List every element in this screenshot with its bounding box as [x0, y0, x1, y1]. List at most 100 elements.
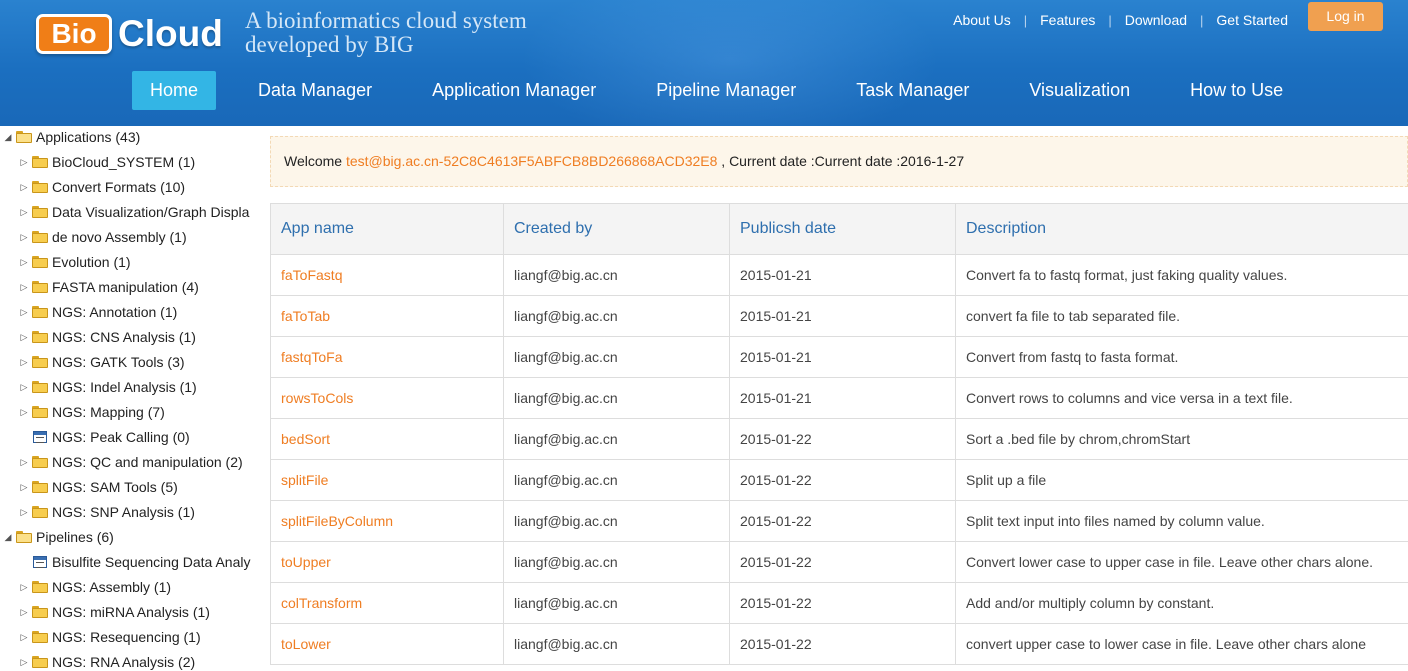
app-name-cell: faToTab [270, 295, 504, 337]
collapsed-arrow-icon[interactable]: ▷ [18, 225, 30, 250]
folder-body [32, 408, 48, 419]
nav-pipeline-manager[interactable]: Pipeline Manager [638, 71, 814, 110]
get-started-link[interactable]: Get Started [1216, 12, 1288, 28]
tree-item[interactable]: ▷ Evolution (1) [18, 250, 131, 275]
table-row: toLower liangf@big.ac.cn 2015-01-22 convert… [270, 623, 1408, 665]
tree-item[interactable]: NGS: Peak Calling (0) [18, 425, 190, 450]
description-cell: convert fa file to tab separated file. [955, 295, 1408, 337]
tree-item-label: Applications (43) [36, 129, 141, 145]
collapsed-arrow-icon[interactable]: ▷ [18, 275, 30, 300]
nav-task-manager[interactable]: Task Manager [838, 71, 987, 110]
folder-body [32, 608, 48, 619]
created-by-cell: liangf@big.ac.cn [503, 295, 730, 337]
nav-home[interactable]: Home [132, 71, 217, 110]
app-link[interactable]: toLower [281, 636, 331, 652]
collapsed-arrow-icon[interactable]: ▷ [18, 375, 30, 400]
app-link[interactable]: rowsToCols [281, 390, 353, 406]
tree-item[interactable]: ▷ NGS: SAM Tools (5) [18, 475, 178, 500]
description-cell: Convert rows to columns and vice versa i… [955, 377, 1408, 419]
app-name-cell: bedSort [270, 418, 504, 460]
collapsed-arrow-icon[interactable]: ▷ [18, 450, 30, 475]
table-row: splitFile liangf@big.ac.cn 2015-01-22 Split… [270, 459, 1408, 501]
tree-item-label: NGS: Mapping (7) [52, 404, 165, 420]
collapsed-arrow-icon[interactable]: ▷ [18, 325, 30, 350]
tree-item[interactable]: ▷ NGS: Resequencing (1) [18, 625, 201, 650]
collapsed-arrow-icon[interactable]: ▷ [18, 500, 30, 525]
app-link[interactable]: faToFastq [281, 267, 342, 283]
app-link[interactable]: faToTab [281, 308, 330, 324]
tree-item[interactable]: ▷ FASTA manipulation (4) [18, 275, 199, 300]
tree-item[interactable]: ▷ NGS: RNA Analysis (2) [18, 650, 196, 671]
col-publish-date[interactable]: Publicsh date [729, 203, 956, 255]
tree-item[interactable]: ▷ NGS: CNS Analysis (1) [18, 325, 196, 350]
tree-item[interactable]: ▷ NGS: SNP Analysis (1) [18, 500, 195, 525]
tree-item[interactable]: ▷ NGS: Assembly (1) [18, 575, 172, 600]
app-link[interactable]: splitFileByColumn [281, 513, 393, 529]
collapsed-arrow-icon[interactable]: ▷ [18, 250, 30, 275]
collapsed-arrow-icon[interactable]: ▷ [18, 175, 30, 200]
download-link[interactable]: Download [1125, 12, 1187, 28]
features-link[interactable]: Features [1040, 12, 1095, 28]
expanded-arrow-icon[interactable]: ◢ [2, 525, 14, 550]
tree-item[interactable]: ▷ NGS: Mapping (7) [18, 400, 165, 425]
table-row: colTransform liangf@big.ac.cn 2015-01-22 Ad… [270, 582, 1408, 624]
tree-item[interactable]: ▷ de novo Assembly (1) [18, 225, 187, 250]
col-app-name[interactable]: App name [270, 203, 504, 255]
collapsed-arrow-icon[interactable]: ▷ [18, 300, 30, 325]
collapsed-arrow-icon[interactable]: ▷ [18, 600, 30, 625]
app-link[interactable]: colTransform [281, 595, 362, 611]
tree-item-label: de novo Assembly (1) [52, 229, 187, 245]
collapsed-arrow-icon[interactable]: ▷ [18, 200, 30, 225]
tree-item[interactable]: ◢ Applications (43) [2, 126, 141, 150]
table-row: faToFastq liangf@big.ac.cn 2015-01-21 Conve… [270, 254, 1408, 296]
expanded-arrow-icon[interactable]: ◢ [2, 126, 14, 150]
tree-item[interactable]: ▷ Convert Formats (10) [18, 175, 186, 200]
tree-item[interactable]: ◢ Pipelines (6) [2, 525, 114, 550]
tree-item[interactable]: ▷ NGS: QC and manipulation (2) [18, 450, 243, 475]
tree-item[interactable]: ▷ Data Visualization/Graph Displa [18, 200, 250, 225]
nav-how-to-use[interactable]: How to Use [1172, 71, 1301, 110]
tree-item-label: NGS: Assembly (1) [52, 579, 172, 595]
apps-table: App name Created by Publicsh date Descri… [270, 203, 1408, 665]
app-link[interactable]: splitFile [281, 472, 328, 488]
tree-item[interactable]: ▷ NGS: GATK Tools (3) [18, 350, 185, 375]
app-link[interactable]: toUpper [281, 554, 331, 570]
tree-item[interactable]: ▷ NGS: Annotation (1) [18, 300, 178, 325]
tree-item[interactable]: ▷ NGS: miRNA Analysis (1) [18, 600, 210, 625]
folder-icon [32, 281, 48, 294]
tree-item[interactable]: ▷ BioCloud_SYSTEM (1) [18, 150, 196, 175]
app-name-cell: fastqToFa [270, 336, 504, 378]
publish-date-cell: 2015-01-22 [729, 582, 956, 624]
folder-body [32, 208, 48, 219]
tree-item-label: NGS: SAM Tools (5) [52, 479, 178, 495]
link-separator: | [1200, 12, 1204, 28]
collapsed-arrow-icon[interactable]: ▷ [18, 575, 30, 600]
created-by-cell: liangf@big.ac.cn [503, 541, 730, 583]
app-link[interactable]: bedSort [281, 431, 330, 447]
tree-item-label: NGS: Peak Calling (0) [52, 429, 190, 445]
app-link[interactable]: fastqToFa [281, 349, 342, 365]
tree-item-label: Pipelines (6) [36, 529, 114, 545]
col-description[interactable]: Description [955, 203, 1408, 255]
collapsed-arrow-icon[interactable]: ▷ [18, 625, 30, 650]
col-created-by[interactable]: Created by [503, 203, 730, 255]
tree-item[interactable]: Bisulfite Sequencing Data Analy [18, 550, 250, 575]
collapsed-arrow-icon[interactable]: ▷ [18, 400, 30, 425]
collapsed-arrow-icon[interactable]: ▷ [18, 475, 30, 500]
login-button[interactable]: Log in [1308, 2, 1383, 31]
tree-item[interactable]: ▷ NGS: Indel Analysis (1) [18, 375, 197, 400]
nav-data-manager[interactable]: Data Manager [240, 71, 390, 110]
nav-application-manager[interactable]: Application Manager [414, 71, 614, 110]
collapsed-arrow-icon[interactable]: ▷ [18, 350, 30, 375]
folder-icon [32, 606, 48, 619]
nav-visualization[interactable]: Visualization [1011, 71, 1148, 110]
tree-item-label: NGS: Indel Analysis (1) [52, 379, 197, 395]
collapsed-arrow-icon[interactable]: ▷ [18, 650, 30, 671]
welcome-user[interactable]: test@big.ac.cn-52C8C4613F5ABFCB8BD266868… [346, 153, 717, 169]
app-name-cell: splitFile [270, 459, 504, 501]
folder-icon [32, 356, 48, 369]
collapsed-arrow-icon[interactable]: ▷ [18, 150, 30, 175]
site-header: Bio Cloud A bioinformatics cloud system … [0, 0, 1408, 126]
link-separator: | [1108, 12, 1112, 28]
about-us-link[interactable]: About Us [953, 12, 1011, 28]
